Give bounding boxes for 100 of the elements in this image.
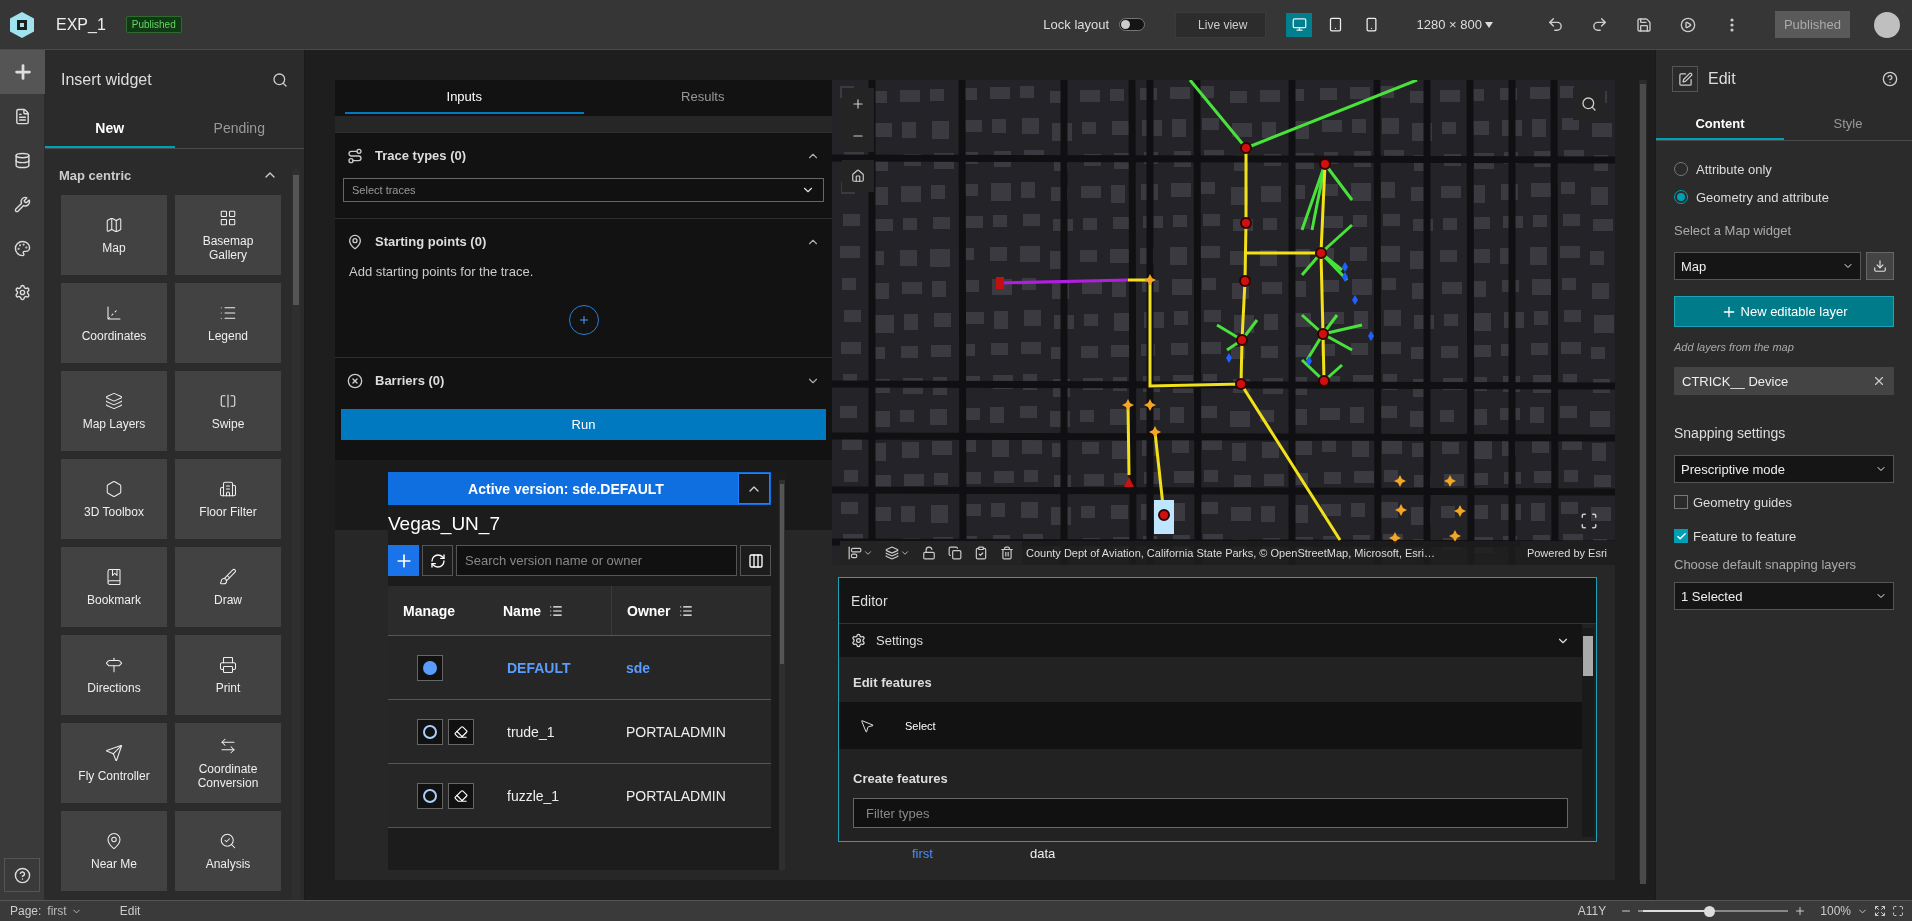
desktop-icon xyxy=(1291,17,1307,32)
help-icon[interactable] xyxy=(1882,71,1898,87)
help-icon xyxy=(13,866,31,884)
edit-button[interactable] xyxy=(448,782,474,809)
widget-tile[interactable]: Basemap Gallery xyxy=(175,195,281,275)
page-dropdown[interactable]: first xyxy=(47,904,82,918)
columns-button[interactable] xyxy=(740,545,771,576)
section-heading: Edit features xyxy=(852,674,933,692)
help-button[interactable] xyxy=(4,858,40,892)
database-icon xyxy=(14,151,31,169)
panel-tab[interactable]: New xyxy=(45,110,175,148)
home-icon xyxy=(851,169,865,183)
undo-icon xyxy=(1547,16,1565,33)
widget-tile[interactable]: Coordinate Conversion xyxy=(175,723,281,803)
download-icon xyxy=(1873,259,1887,273)
zoom-reading[interactable]: 100% xyxy=(1820,904,1851,918)
widget-tile[interactable]: 3D Toolbox xyxy=(61,459,167,539)
settings-tab[interactable]: Content xyxy=(1656,108,1784,140)
widget-tile[interactable]: Print xyxy=(175,635,281,715)
close-circle-icon xyxy=(347,372,363,389)
panel-tab[interactable]: Pending xyxy=(174,110,304,148)
fullscreen-icon[interactable] xyxy=(1892,905,1904,917)
arrows-icon xyxy=(219,736,237,755)
fit-icon[interactable] xyxy=(1874,905,1886,917)
zoom-in-icon[interactable] xyxy=(1794,905,1807,917)
signpost-icon xyxy=(105,655,123,674)
section-title: Snapping settings xyxy=(1674,425,1787,441)
eraser-icon xyxy=(454,724,468,739)
snapping-layers-select[interactable]: 1 Selected xyxy=(1674,582,1894,610)
app-logo xyxy=(8,10,36,39)
lock-layout-label: Lock layout xyxy=(1043,17,1110,32)
option-checkbox[interactable]: Geometry guides xyxy=(1674,487,1894,517)
page-link[interactable]: data xyxy=(1030,846,1148,861)
home-button[interactable] xyxy=(842,160,874,192)
option-checkbox[interactable]: Feature to feature xyxy=(1674,521,1894,551)
close-icon[interactable] xyxy=(1872,374,1886,388)
page-link[interactable]: first xyxy=(912,846,1030,861)
slider-thumb[interactable] xyxy=(1703,905,1715,917)
select-version-button[interactable] xyxy=(417,654,443,681)
field-label: Select a Map widget xyxy=(1674,223,1793,238)
trace-tab[interactable]: Results xyxy=(583,80,822,114)
widget-tile[interactable]: Swipe xyxy=(175,371,281,451)
widget-tile[interactable]: Fly Controller xyxy=(61,723,167,803)
widget-tile[interactable]: Bookmark xyxy=(61,547,167,627)
widget-tile[interactable]: Legend xyxy=(175,283,281,363)
scrollbar[interactable] xyxy=(292,169,300,900)
table-cell-text: fuzzle_1 xyxy=(506,787,561,804)
search-field[interactable]: Search version name or owner xyxy=(456,545,737,576)
unlock-icon xyxy=(922,546,936,560)
more-icon xyxy=(1729,17,1734,32)
select-version-button[interactable] xyxy=(417,718,443,745)
a11y-button[interactable]: A11Y xyxy=(1577,904,1607,918)
mode-radio[interactable]: Geometry and attribute xyxy=(1674,183,1894,211)
new-layer-button[interactable]: New editable layer xyxy=(1674,296,1894,327)
widget-tile[interactable]: Near Me xyxy=(61,811,167,891)
section-header[interactable]: Starting points (0) xyxy=(335,218,832,264)
select-tool[interactable]: Select xyxy=(839,702,1582,749)
column-header[interactable]: Name xyxy=(503,586,611,635)
edit-button[interactable] xyxy=(448,718,474,745)
zoom-in-button[interactable] xyxy=(842,88,874,120)
widget-tile[interactable]: Coordinates xyxy=(61,283,167,363)
group-title: Map centric xyxy=(59,167,132,183)
scrollbar[interactable] xyxy=(1582,628,1594,837)
snapping-mode-select[interactable]: Prescriptive mode xyxy=(1674,455,1894,483)
trace-tab[interactable]: Inputs xyxy=(345,80,584,114)
widget-tile[interactable]: Floor Filter xyxy=(175,459,281,539)
map-icon xyxy=(105,215,123,234)
refresh-button[interactable] xyxy=(422,545,453,576)
hint-text: Add starting points for the trace. xyxy=(348,264,535,279)
live-view-button[interactable]: Live view xyxy=(1175,11,1267,38)
add-button[interactable] xyxy=(388,545,419,576)
collapse-button[interactable] xyxy=(738,473,770,504)
map-select[interactable]: Map xyxy=(1674,252,1861,280)
paper-plane-icon xyxy=(105,743,123,762)
widget-tile[interactable]: Analysis xyxy=(175,811,281,891)
avatar[interactable] xyxy=(1874,11,1900,38)
table-cell-text: sde xyxy=(625,659,652,676)
desktop-view-button[interactable] xyxy=(1286,12,1313,37)
run-button[interactable]: Run xyxy=(341,409,826,440)
widget-tile[interactable]: Directions xyxy=(61,635,167,715)
trace-select[interactable]: Select traces xyxy=(343,178,824,202)
powered-by-link[interactable]: Powered by Esri xyxy=(1520,541,1615,565)
widget-tile[interactable]: Map Layers xyxy=(61,371,167,451)
lock-layout-toggle[interactable] xyxy=(1119,18,1146,31)
search-icon[interactable] xyxy=(272,72,288,88)
select-version-button[interactable] xyxy=(417,782,443,809)
column-header[interactable]: Owner xyxy=(611,586,771,635)
settings-row[interactable]: Settings xyxy=(839,624,1582,657)
settings-tab[interactable]: Style xyxy=(1784,108,1912,140)
layer-chip: CTRICK__ Device xyxy=(1674,367,1894,395)
section-header[interactable]: Barriers (0) xyxy=(335,357,832,403)
download-button[interactable] xyxy=(1866,252,1894,280)
resolution-dropdown[interactable]: 1280 × 800 xyxy=(1410,16,1499,33)
plus-rail-button[interactable] xyxy=(0,50,45,94)
mode-radio[interactable]: Attribute only xyxy=(1674,155,1894,183)
widget-tile[interactable]: Map xyxy=(61,195,167,275)
filter-field[interactable]: Filter types xyxy=(853,798,1568,828)
scrollbar[interactable] xyxy=(779,480,785,870)
search-button[interactable] xyxy=(1573,88,1605,120)
widget-tile[interactable]: Draw xyxy=(175,547,281,627)
